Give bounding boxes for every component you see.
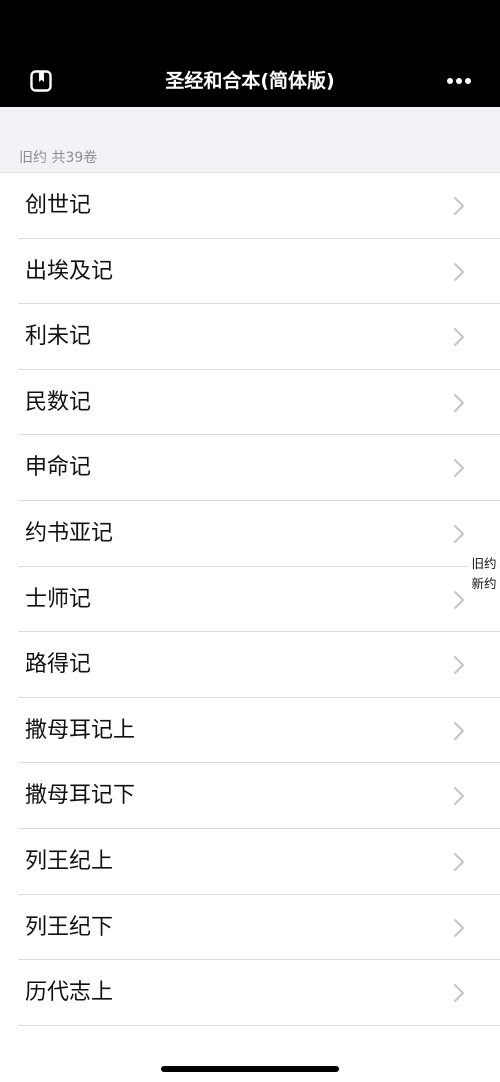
book-list: 创世记 出埃及记 利未记 民数记 申命记 约书亚记 士师记 路得记 撒母耳记上 … [0, 173, 500, 1026]
chevron-right-icon [454, 262, 464, 281]
book-row[interactable]: 利未记 [0, 304, 500, 370]
book-label: 创世记 [25, 193, 92, 218]
section-header: 旧约 共39卷 [0, 107, 500, 173]
chevron-right-icon [454, 918, 464, 937]
chevron-right-icon [454, 197, 464, 215]
book-label: 利未记 [25, 324, 92, 350]
more-button[interactable] [440, 68, 478, 94]
book-row[interactable]: 出埃及记 [0, 239, 500, 305]
book-label: 路得记 [25, 652, 92, 678]
book-label: 撒母耳记下 [25, 783, 136, 809]
chevron-right-icon [454, 393, 464, 412]
book-row[interactable]: 约书亚记 [0, 501, 500, 567]
book-label: 民数记 [25, 389, 92, 415]
book-label: 申命记 [25, 455, 92, 481]
chevron-right-icon [454, 459, 464, 478]
book-row[interactable]: 历代志上 [0, 960, 500, 1026]
more-icon [447, 78, 471, 84]
book-label: 撒母耳记上 [25, 717, 136, 743]
index-new-testament[interactable]: 新约 [468, 574, 500, 594]
section-label: 旧约 共39卷 [19, 150, 98, 166]
index-old-testament[interactable]: 旧约 [468, 554, 500, 574]
chevron-right-icon [454, 721, 464, 740]
book-label: 出埃及记 [25, 258, 114, 284]
book-row[interactable]: 列王纪下 [0, 895, 500, 961]
chevron-right-icon [454, 590, 464, 609]
chevron-right-icon [454, 852, 464, 871]
book-row[interactable]: 士师记 [0, 567, 500, 633]
bookmark-button[interactable] [28, 68, 54, 94]
bookmark-icon [30, 70, 52, 92]
book-label: 历代志上 [25, 980, 114, 1006]
book-row[interactable]: 路得记 [0, 632, 500, 698]
chevron-right-icon [454, 328, 464, 347]
chevron-right-icon [454, 787, 464, 806]
page-title: 圣经和合本(简体版) [165, 70, 335, 92]
section-index: 旧约 新约 [468, 554, 500, 594]
book-label: 列王纪上 [25, 848, 114, 874]
book-row[interactable]: 民数记 [0, 370, 500, 436]
book-label: 士师记 [25, 586, 92, 612]
book-row[interactable]: 创世记 [0, 173, 500, 239]
book-label: 列王纪下 [25, 914, 114, 940]
chevron-right-icon [454, 524, 464, 543]
book-row[interactable]: 撒母耳记下 [0, 763, 500, 829]
chevron-right-icon [454, 984, 464, 1003]
book-label: 约书亚记 [25, 520, 114, 546]
book-row[interactable]: 申命记 [0, 435, 500, 501]
home-indicator[interactable] [161, 1066, 339, 1072]
book-row[interactable]: 列王纪上 [0, 829, 500, 895]
navigation-bar: 圣经和合本(简体版) [0, 0, 500, 107]
chevron-right-icon [454, 656, 464, 675]
book-row[interactable]: 撒母耳记上 [0, 698, 500, 764]
